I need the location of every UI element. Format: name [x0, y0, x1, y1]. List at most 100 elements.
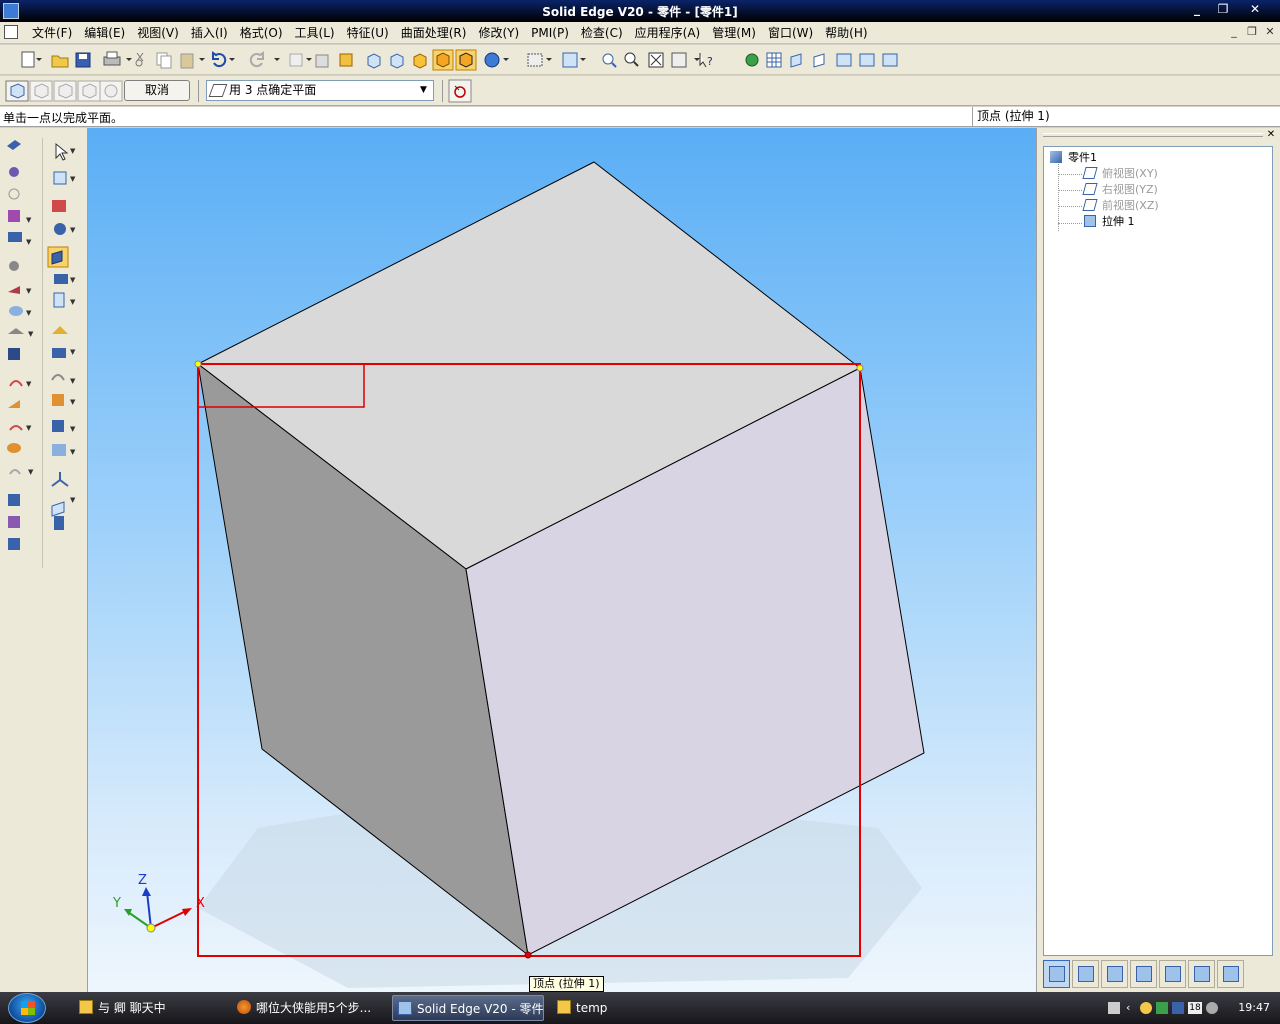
- calendar-icon[interactable]: 18: [1188, 1002, 1202, 1014]
- tree-item-front-plane[interactable]: 前视图(XZ): [1082, 199, 1159, 213]
- tree-item-extrude[interactable]: 拉伸 1: [1084, 215, 1135, 229]
- cutout-icon[interactable]: [8, 210, 20, 222]
- rib-icon[interactable]: [8, 232, 22, 242]
- shaded-mode-button[interactable]: [432, 49, 454, 71]
- blend-icon[interactable]: [52, 348, 66, 358]
- chamfer-icon[interactable]: [8, 286, 20, 294]
- cut-icon[interactable]: [135, 52, 144, 67]
- dropdown-arrow[interactable]: ▼: [26, 216, 31, 224]
- new-file-icon[interactable]: [21, 51, 35, 68]
- menu-item[interactable]: 工具(L): [289, 25, 341, 41]
- tree-item-right-plane[interactable]: 右视图(YZ): [1082, 183, 1158, 197]
- view-style-icon[interactable]: [527, 53, 543, 67]
- tab-feature-library[interactable]: [1072, 960, 1099, 988]
- shell-icon[interactable]: [52, 326, 68, 334]
- redo-icon[interactable]: [249, 51, 264, 68]
- dropdown-arrow[interactable]: ▼: [70, 226, 75, 234]
- reference-plane-icon[interactable]: [51, 501, 65, 517]
- print-icon[interactable]: [103, 51, 121, 66]
- taskbar-button-solid-edge[interactable]: Solid Edge V20 - 零件 ...: [392, 995, 544, 1021]
- iso-view-icon[interactable]: [367, 53, 381, 69]
- dropdown-arrow[interactable]: ▼: [70, 377, 75, 385]
- restore-button[interactable]: ❐: [1212, 2, 1234, 18]
- globe-icon[interactable]: [745, 53, 759, 67]
- step-profile-icon[interactable]: [29, 80, 53, 102]
- layout-3-icon[interactable]: [882, 53, 898, 67]
- plane-method-select[interactable]: 用 3 点确定平面 ▼: [206, 80, 434, 101]
- plane-1-icon[interactable]: [790, 53, 802, 68]
- emboss-icon[interactable]: [9, 469, 21, 475]
- close-icon[interactable]: ✕: [1266, 130, 1276, 140]
- curve-icon[interactable]: [51, 374, 65, 381]
- menu-item[interactable]: 视图(V): [131, 25, 185, 41]
- paste-icon[interactable]: [180, 53, 194, 69]
- axis-icon[interactable]: [54, 516, 64, 530]
- dropdown-arrow[interactable]: ▼: [28, 330, 33, 338]
- step-finish-icon[interactable]: [99, 80, 123, 102]
- open-folder-icon[interactable]: [51, 55, 69, 68]
- tab-family-of-parts[interactable]: [1101, 960, 1128, 988]
- dropdown-arrow[interactable]: ▼: [70, 425, 75, 433]
- hole-icon[interactable]: [8, 188, 20, 200]
- menu-item[interactable]: 特征(U): [341, 25, 395, 41]
- start-button[interactable]: [8, 993, 46, 1023]
- thread-icon[interactable]: [8, 348, 20, 360]
- surface-icon[interactable]: [54, 223, 66, 235]
- menu-item[interactable]: 管理(M): [706, 25, 762, 41]
- vertex-point[interactable]: [856, 364, 864, 372]
- menu-item[interactable]: 编辑(E): [78, 25, 131, 41]
- tab-features[interactable]: [1188, 960, 1215, 988]
- draft-icon[interactable]: [9, 306, 23, 316]
- part-features-icon[interactable]: [52, 200, 66, 212]
- graphics-viewport[interactable]: X Y Z 顶点 (拉伸 1): [88, 128, 1036, 992]
- bluetooth-icon[interactable]: [1172, 1002, 1184, 1014]
- network-icon[interactable]: [1156, 1002, 1168, 1014]
- dropdown-arrow[interactable]: ▼: [26, 380, 31, 388]
- extend-icon[interactable]: [52, 394, 64, 406]
- menu-item[interactable]: 曲面处理(R): [395, 25, 473, 41]
- dropdown-arrow[interactable]: ▼: [26, 238, 31, 246]
- mdi-restore-button[interactable]: ❐: [1244, 25, 1260, 38]
- library-icon[interactable]: [8, 538, 20, 550]
- mdi-minimize-button[interactable]: _: [1226, 25, 1242, 38]
- qq-icon[interactable]: [1140, 1002, 1152, 1014]
- loft-icon[interactable]: [9, 425, 23, 431]
- split-icon[interactable]: [52, 420, 64, 432]
- menu-item[interactable]: 帮助(H): [819, 25, 873, 41]
- panel-grip[interactable]: [1043, 133, 1263, 137]
- step-side-icon[interactable]: [53, 80, 77, 102]
- pan-icon[interactable]: [671, 52, 687, 68]
- dropdown-arrow[interactable]: ▼: [70, 398, 75, 406]
- normal-protrusion-icon[interactable]: [7, 443, 21, 453]
- layout-2-icon[interactable]: [859, 53, 875, 67]
- menu-item[interactable]: 应用程序(A): [629, 25, 707, 41]
- dimetric-view-icon[interactable]: [390, 53, 404, 69]
- minimize-button[interactable]: _: [1186, 2, 1208, 18]
- taskbar-button-browser[interactable]: 哪位大侠能用5个步...: [232, 995, 384, 1021]
- pattern-icon[interactable]: [8, 516, 20, 528]
- dropdown-arrow[interactable]: ▼: [70, 175, 75, 183]
- vertex-point-selected[interactable]: [524, 951, 532, 959]
- fit-all-icon[interactable]: [648, 52, 664, 68]
- mdi-close-button[interactable]: ✕: [1262, 25, 1278, 38]
- fit-icon[interactable]: [562, 52, 578, 68]
- round-icon[interactable]: [9, 261, 19, 271]
- menu-item[interactable]: 插入(I): [185, 25, 234, 41]
- menu-item[interactable]: 修改(Y): [472, 25, 525, 41]
- revolve-icon[interactable]: [9, 167, 19, 177]
- dropdown-arrow[interactable]: ▼: [26, 287, 31, 295]
- offset-icon[interactable]: [52, 444, 66, 456]
- layout-1-icon[interactable]: [836, 53, 852, 67]
- feature-icon[interactable]: [315, 54, 329, 68]
- plane-2-icon[interactable]: [813, 53, 825, 68]
- dropdown-arrow[interactable]: ▼: [26, 424, 31, 432]
- sheet-metal-icon[interactable]: [53, 292, 65, 308]
- dropdown-arrow[interactable]: ▼: [70, 496, 75, 504]
- tab-sensors[interactable]: [1159, 960, 1186, 988]
- grid-icon[interactable]: [766, 52, 782, 68]
- dropdown-arrow[interactable]: ▼: [26, 309, 31, 317]
- dropdown-arrow[interactable]: ▼: [70, 348, 75, 356]
- undo-icon[interactable]: [212, 51, 227, 68]
- chevron-left-icon[interactable]: ‹: [1126, 1002, 1138, 1014]
- dropdown-arrow[interactable]: ▼: [70, 298, 75, 306]
